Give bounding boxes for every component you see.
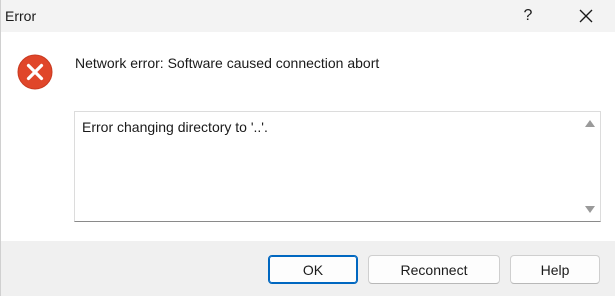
scroll-down-arrow-icon[interactable] bbox=[585, 206, 595, 213]
window-title: Error bbox=[5, 8, 37, 24]
dialog-content: Network error: Software caused connectio… bbox=[1, 32, 615, 241]
error-detail-text: Error changing directory to '..'. bbox=[82, 119, 268, 135]
close-button[interactable] bbox=[563, 0, 609, 32]
error-message: Network error: Software caused connectio… bbox=[75, 55, 380, 71]
error-icon bbox=[17, 54, 53, 90]
vertical-scrollbar[interactable] bbox=[580, 112, 600, 221]
ok-button[interactable]: OK bbox=[268, 255, 358, 284]
scroll-up-arrow-icon[interactable] bbox=[585, 120, 595, 127]
help-title-button[interactable]: ? bbox=[505, 0, 551, 32]
reconnect-button[interactable]: Reconnect bbox=[368, 255, 500, 284]
error-dialog: Error ? Network error: Software caused c… bbox=[0, 0, 615, 296]
title-bar: Error ? bbox=[1, 0, 615, 32]
button-bar: OK Reconnect Help bbox=[1, 241, 615, 296]
help-button[interactable]: Help bbox=[510, 255, 600, 284]
error-detail-textbox[interactable]: Error changing directory to '..'. bbox=[74, 111, 601, 222]
close-icon bbox=[579, 9, 593, 23]
